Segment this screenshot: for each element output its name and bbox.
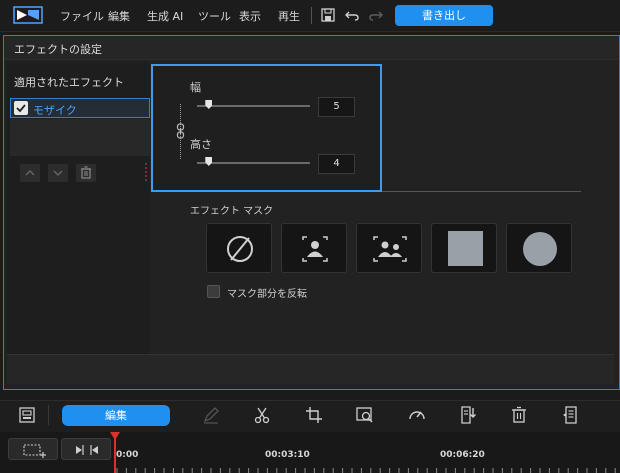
width-slider-thumb[interactable] bbox=[205, 100, 213, 109]
height-value-input[interactable]: 4 bbox=[318, 154, 355, 174]
width-label: 幅 bbox=[190, 81, 201, 94]
effect-checkbox[interactable] bbox=[14, 101, 28, 115]
people-mask-icon bbox=[373, 236, 407, 262]
mask-none-button[interactable] bbox=[206, 223, 272, 273]
person-mask-icon bbox=[302, 236, 328, 262]
menu-playback[interactable]: 再生 bbox=[278, 8, 300, 24]
menu-bar: ファイル 編集 生成 AI ツール 表示 再生 書き出し bbox=[0, 0, 620, 32]
redo-icon[interactable] bbox=[368, 7, 384, 23]
effect-label: モザイク bbox=[33, 104, 77, 117]
logo-icon[interactable] bbox=[13, 6, 43, 24]
menu-separator bbox=[311, 7, 312, 24]
effect-mask-heading: エフェクト マスク bbox=[190, 206, 274, 217]
fit-timeline-icon bbox=[76, 445, 98, 455]
mask-square-button[interactable] bbox=[431, 223, 497, 273]
menu-edit[interactable]: 編集 bbox=[108, 8, 130, 24]
applied-effects-panel: 適用されたエフェクト モザイク bbox=[7, 62, 150, 354]
none-mask-icon bbox=[227, 236, 253, 262]
toolbar-separator bbox=[48, 405, 49, 425]
width-value-input[interactable]: 5 bbox=[318, 97, 355, 117]
cut-icon[interactable] bbox=[252, 405, 272, 425]
invert-mask-checkbox[interactable] bbox=[207, 285, 220, 298]
save-icon[interactable] bbox=[320, 7, 336, 23]
effect-item-mosaic[interactable]: モザイク bbox=[10, 98, 150, 118]
mask-person-button[interactable] bbox=[281, 223, 347, 273]
speed-icon[interactable] bbox=[407, 405, 427, 425]
mask-people-button[interactable] bbox=[356, 223, 422, 273]
add-track-icon bbox=[23, 444, 46, 458]
panel-splitter[interactable] bbox=[145, 163, 147, 181]
square-mask-icon bbox=[448, 231, 483, 266]
menu-tools[interactable]: ツール bbox=[198, 8, 231, 24]
dialog-title: エフェクトの設定 bbox=[14, 43, 102, 56]
timeline-time-start: 0:00 bbox=[116, 450, 139, 460]
timeline-ruler[interactable] bbox=[115, 466, 620, 473]
effect-list-empty-area bbox=[10, 119, 150, 156]
select-icon[interactable] bbox=[17, 405, 37, 425]
report-icon[interactable] bbox=[560, 405, 580, 425]
trash-icon bbox=[81, 166, 91, 179]
menu-generative-ai[interactable]: 生成 AI bbox=[147, 8, 183, 24]
delete-effect-button[interactable] bbox=[76, 164, 96, 182]
height-slider-thumb[interactable] bbox=[205, 157, 213, 166]
preview-icon[interactable] bbox=[355, 405, 375, 425]
section-divider bbox=[382, 191, 581, 192]
circle-mask-icon bbox=[523, 232, 557, 266]
mask-circle-button[interactable] bbox=[506, 223, 572, 273]
delete-icon[interactable] bbox=[509, 405, 529, 425]
edit-button[interactable]: 編集 bbox=[62, 405, 170, 426]
crop-icon[interactable] bbox=[304, 405, 324, 425]
timeline-time-mark-1: 00:03:10 bbox=[265, 450, 310, 460]
menu-view[interactable]: 表示 bbox=[239, 8, 261, 24]
checkmark-icon bbox=[16, 104, 26, 113]
move-up-button[interactable] bbox=[20, 164, 40, 182]
mosaic-settings-box: 幅 5 高さ 4 bbox=[151, 64, 382, 192]
height-slider-track[interactable] bbox=[197, 162, 310, 164]
export-button[interactable]: 書き出し bbox=[395, 5, 493, 26]
menu-file[interactable]: ファイル bbox=[60, 8, 104, 24]
link-chain-icon[interactable] bbox=[176, 123, 185, 139]
import-icon[interactable] bbox=[458, 405, 478, 425]
add-track-button[interactable] bbox=[8, 438, 58, 460]
timeline-time-mark-2: 00:06:20 bbox=[440, 450, 485, 460]
pen-icon[interactable] bbox=[201, 405, 221, 425]
chevron-down-icon bbox=[53, 170, 63, 176]
invert-mask-label: マスク部分を反転 bbox=[227, 289, 307, 300]
height-label: 高さ bbox=[190, 138, 212, 151]
dialog-titlebar: エフェクトの設定 bbox=[4, 36, 619, 60]
chevron-up-icon bbox=[25, 170, 35, 176]
dialog-footer bbox=[7, 354, 614, 384]
fit-timeline-button[interactable] bbox=[61, 438, 111, 460]
applied-effects-heading: 適用されたエフェクト bbox=[14, 76, 124, 89]
width-slider-track[interactable] bbox=[197, 105, 310, 107]
move-down-button[interactable] bbox=[48, 164, 68, 182]
undo-icon[interactable] bbox=[344, 7, 360, 23]
